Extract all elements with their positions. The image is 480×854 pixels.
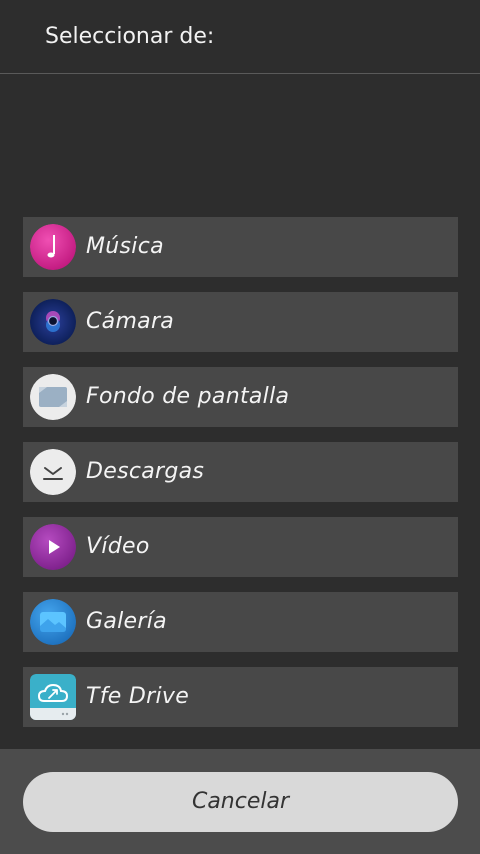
dialog-title: Seleccionar de: [45,24,215,49]
option-label: Cámara [86,309,175,334]
option-wallpaper[interactable]: Fondo de pantalla [23,367,458,427]
cancel-button[interactable]: Cancelar [23,772,458,832]
option-label: Tfe Drive [86,684,190,709]
music-icon [30,224,76,270]
option-label: Galería [86,609,167,634]
gallery-icon [30,599,76,645]
camera-icon [30,299,76,345]
option-camera[interactable]: Cámara [23,292,458,352]
option-tfe-drive[interactable]: Tfe Drive [23,667,458,727]
dialog-footer: Cancelar [0,749,480,854]
dialog-header: Seleccionar de: [0,0,480,74]
option-label: Música [86,234,164,259]
option-video[interactable]: Vídeo [23,517,458,577]
wallpaper-icon [30,374,76,420]
option-gallery[interactable]: Galería [23,592,458,652]
option-label: Vídeo [86,534,150,559]
option-label: Descargas [86,459,205,484]
option-label: Fondo de pantalla [86,384,290,409]
option-downloads[interactable]: Descargas [23,442,458,502]
cloud-drive-icon [30,674,76,720]
source-list: Música Cámara Fondo de pantalla Descarga… [23,217,458,742]
video-icon [30,524,76,570]
download-icon [30,449,76,495]
option-music[interactable]: Música [23,217,458,277]
